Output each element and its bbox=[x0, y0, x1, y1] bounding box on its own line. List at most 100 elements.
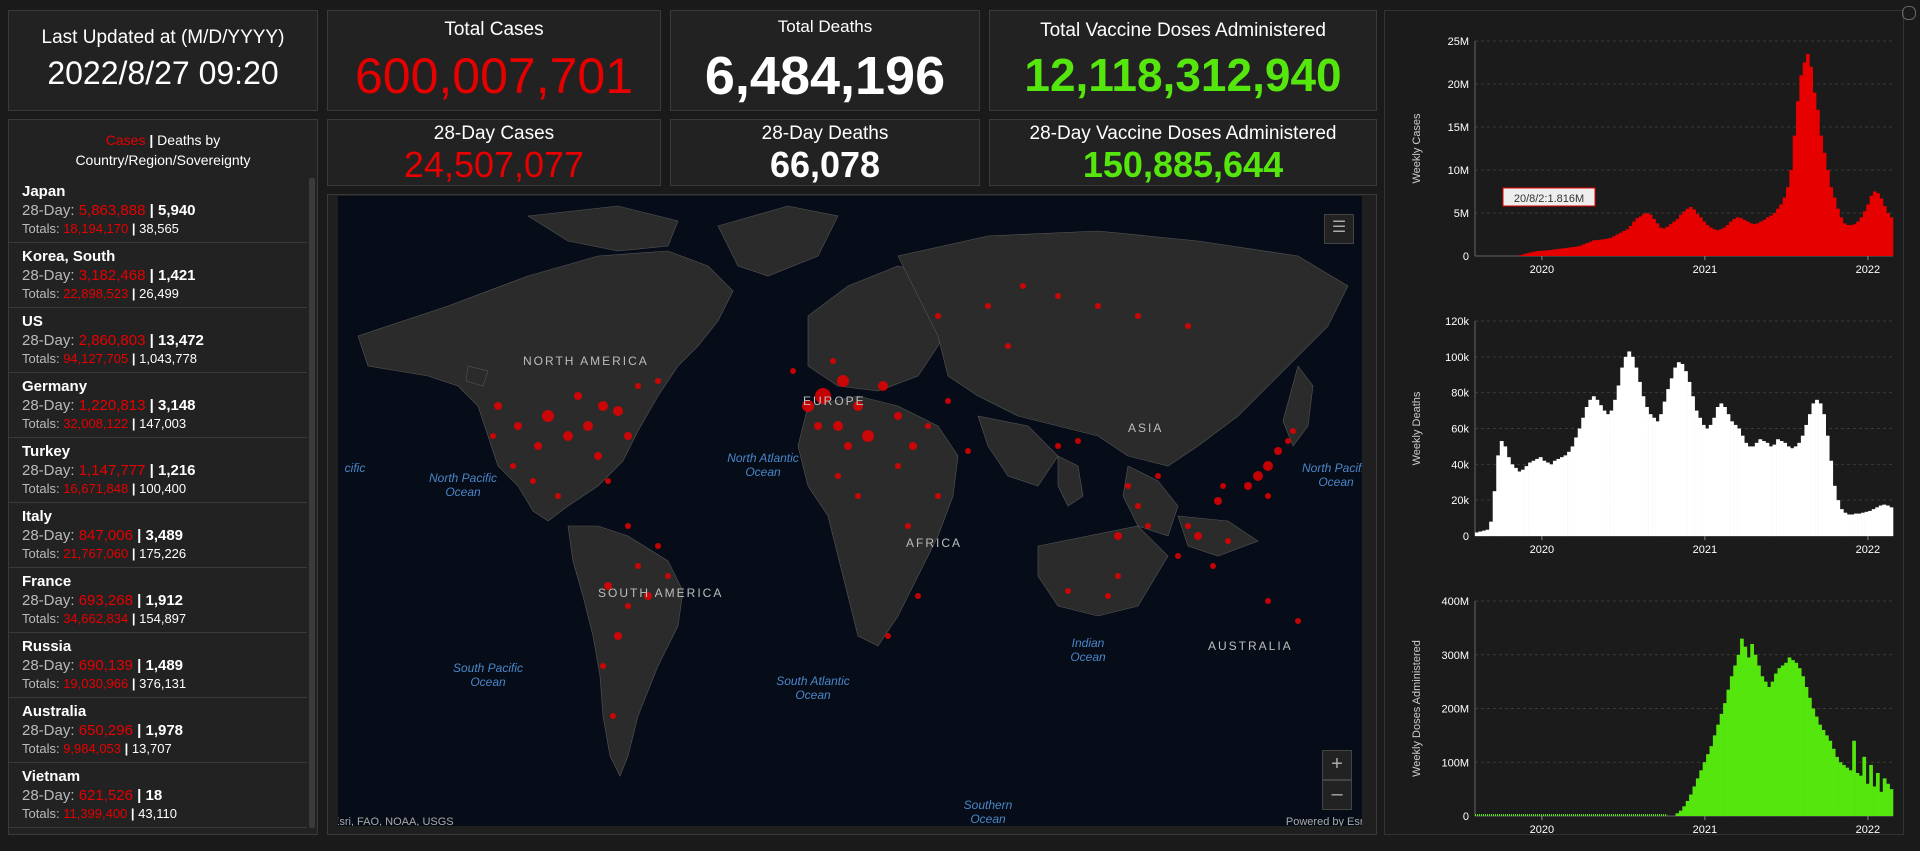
heading-cases-tab[interactable]: Cases bbox=[106, 132, 146, 148]
chart-bar bbox=[1722, 227, 1727, 256]
chart-bar bbox=[1775, 208, 1780, 256]
list-item[interactable]: Australia 28-Day: 650,296 | 1,978 Totals: … bbox=[9, 698, 307, 763]
list-item[interactable]: US 28-Day: 2,860,803 | 13,472 Totals: 94,1… bbox=[9, 308, 307, 373]
chart-bar bbox=[1797, 442, 1802, 536]
label-africa: AFRICA bbox=[906, 536, 963, 550]
chart-bar bbox=[1845, 767, 1850, 817]
heading-deaths-tab[interactable]: Deaths by bbox=[157, 132, 220, 148]
chart-bar bbox=[1818, 724, 1822, 817]
list-item[interactable]: Korea, South 28-Day: 3,182,468 | 1,421 Tot… bbox=[9, 243, 307, 308]
chart-bar bbox=[1832, 197, 1837, 256]
deaths-28-day: 1,978 bbox=[145, 722, 184, 739]
chart-bar bbox=[1634, 367, 1639, 536]
zoom-in-button[interactable]: + bbox=[1322, 750, 1352, 780]
chart-bar bbox=[1767, 687, 1771, 816]
legend-list-icon[interactable]: ☰ bbox=[1324, 214, 1354, 244]
cases-total: 19,030,966 bbox=[63, 676, 129, 691]
expand-icon[interactable] bbox=[1902, 6, 1916, 20]
country-name: US bbox=[22, 313, 43, 330]
chart-bar bbox=[1722, 407, 1727, 536]
chart-bar bbox=[1879, 198, 1884, 256]
row-28-day: 28-Day: 1,220,813 | 3,148 bbox=[22, 396, 307, 415]
chart-bar bbox=[1716, 724, 1720, 817]
chart-bar bbox=[1645, 213, 1650, 256]
label-australia: AUSTRALIA bbox=[1208, 639, 1293, 653]
total-vaccine-label: Total Vaccine Doses Administered bbox=[1040, 20, 1326, 41]
y-tick-label: 100k bbox=[1445, 352, 1469, 364]
row-totals: Totals: 94,127,705 | 1,043,778 bbox=[22, 350, 307, 367]
weekly-deaths-chart[interactable]: 0 20k 40k 60k 80k 100k 120k Weekly Deaths 2020 20… bbox=[1385, 301, 1905, 571]
chart-bar bbox=[1854, 513, 1858, 536]
chart-bar bbox=[1730, 421, 1734, 536]
chart-bar bbox=[1811, 708, 1816, 816]
chart-bar bbox=[1591, 396, 1596, 536]
chart-bar bbox=[1719, 713, 1724, 817]
total-cases-label: Total Cases bbox=[444, 19, 544, 40]
chart-bar bbox=[1682, 211, 1686, 256]
chart-bar bbox=[1535, 458, 1540, 536]
chart-bar bbox=[1655, 223, 1660, 256]
list-item[interactable]: Japan 28-Day: 5,863,888 | 5,940 Totals: 18… bbox=[9, 178, 307, 243]
deaths-28-day: 18 bbox=[145, 787, 163, 804]
zoom-out-button[interactable]: – bbox=[1322, 780, 1352, 810]
chart-bar bbox=[1882, 206, 1887, 256]
list-item[interactable]: France 28-Day: 693,268 | 1,912 Totals: 34,… bbox=[9, 568, 307, 633]
powered-by[interactable]: Powered by Esri bbox=[1286, 816, 1362, 826]
deaths-28-day: 3,148 bbox=[157, 397, 196, 414]
chart-bar bbox=[1577, 428, 1582, 536]
chart-bar bbox=[1876, 773, 1880, 816]
separator: | bbox=[127, 806, 139, 821]
chart-bar bbox=[1733, 424, 1738, 536]
deaths-total: 38,565 bbox=[139, 221, 179, 236]
chart-bar bbox=[1548, 249, 1553, 256]
country-list[interactable]: Japan 28-Day: 5,863,888 | 5,940 Totals: 18… bbox=[9, 178, 307, 834]
label-europe: EUROPE bbox=[803, 394, 866, 408]
cases-total: 34,662,834 bbox=[63, 611, 129, 626]
deaths-28-panel: 28-Day Deaths 66,078 bbox=[670, 119, 980, 186]
weekly-cases-chart[interactable]: 0 5M 10M 15M 20M 25M Weekly Cases 2020 2021 2022 2… bbox=[1385, 21, 1905, 291]
chart-bar bbox=[1517, 471, 1522, 536]
chart-bar bbox=[1652, 219, 1656, 256]
world-map[interactable]: NORTH AMERICA SOUTH AMERICA EUROPE ASIA … bbox=[338, 196, 1362, 826]
chart-bar bbox=[1655, 421, 1660, 536]
list-item[interactable]: Germany 28-Day: 1,220,813 | 3,148 Totals: … bbox=[9, 373, 307, 438]
cases-28-day: 847,006 bbox=[78, 527, 133, 544]
chart-bar bbox=[1866, 204, 1870, 256]
chart-bar bbox=[1699, 770, 1703, 816]
row-totals-label: Totals: bbox=[22, 416, 64, 431]
chart-bar bbox=[1521, 469, 1525, 536]
label-north-pacific-right: North Pacific Ocean bbox=[1301, 461, 1362, 489]
chart-bar bbox=[1528, 462, 1532, 536]
row-totals-label: Totals: bbox=[22, 611, 64, 626]
list-item[interactable]: Vietnam 28-Day: 621,526 | 18 Totals: 11,39… bbox=[9, 763, 307, 828]
chart-bar bbox=[1678, 810, 1683, 817]
list-scrollbar[interactable] bbox=[309, 178, 315, 828]
list-item[interactable]: Turkey 28-Day: 1,147,777 | 1,216 Totals: 1… bbox=[9, 438, 307, 503]
weekly-doses-chart[interactable]: 0 100M 200M 300M 400M Weekly Doses Administer… bbox=[1385, 581, 1905, 851]
deaths-28-label: 28-Day Deaths bbox=[761, 123, 889, 144]
y-tick-label: 400M bbox=[1441, 596, 1469, 608]
list-item[interactable]: Italy 28-Day: 847,006 | 3,489 Totals: 21,7… bbox=[9, 503, 307, 568]
chart-bar bbox=[1763, 681, 1768, 817]
case-dots bbox=[490, 283, 1301, 719]
chart-bar bbox=[1585, 243, 1589, 256]
chart-bar bbox=[1616, 385, 1621, 536]
separator: | bbox=[128, 546, 140, 561]
chart-bar bbox=[1783, 442, 1788, 536]
y-tick-label: 15M bbox=[1448, 122, 1469, 134]
chart-bar bbox=[1743, 646, 1748, 816]
chart-bar bbox=[1684, 371, 1688, 536]
row-28-label: 28-Day: bbox=[22, 657, 79, 674]
chart-bar bbox=[1605, 238, 1610, 256]
deaths-total: 100,400 bbox=[139, 481, 187, 496]
row-totals-label: Totals: bbox=[22, 481, 64, 496]
list-item[interactable]: Russia 28-Day: 690,139 | 1,489 Totals: 19,… bbox=[9, 633, 307, 698]
chart-bar bbox=[1746, 657, 1751, 816]
chart-bar bbox=[1705, 428, 1710, 536]
row-totals: Totals: 18,194,170 | 38,565 bbox=[22, 220, 307, 237]
row-totals: Totals: 9,984,053 | 13,707 bbox=[22, 740, 307, 757]
chart-bar bbox=[1802, 62, 1807, 256]
chart-bar bbox=[1503, 446, 1508, 536]
chart-bar bbox=[1595, 399, 1600, 536]
chart-bar bbox=[1571, 246, 1576, 256]
